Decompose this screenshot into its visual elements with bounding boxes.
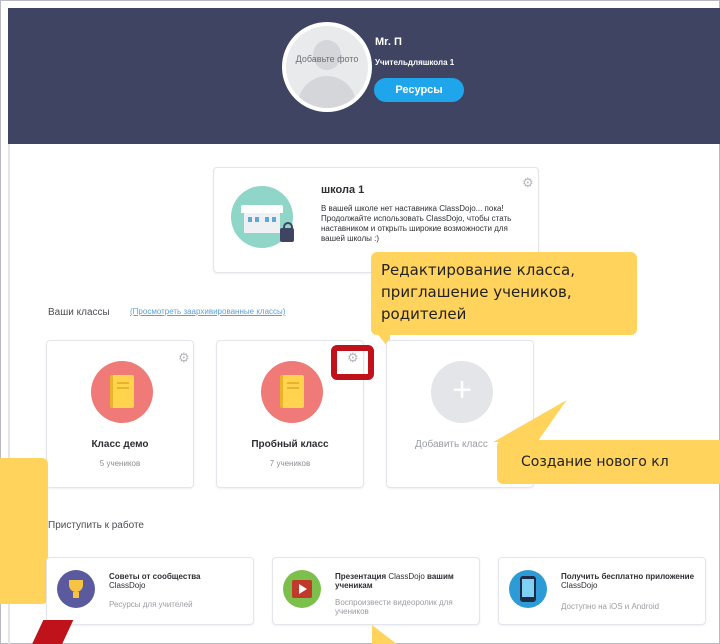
phone-screen [522, 579, 534, 597]
lock-icon [280, 222, 294, 242]
book-shape [110, 375, 134, 408]
callout-bottom-tail [372, 625, 398, 644]
callout-left [0, 458, 48, 604]
tile-subtitle: Воспроизвести видеоролик для учеников [335, 598, 453, 616]
tile-title-brand: ClassDojo [109, 581, 146, 590]
school-description: В вашей школе нет наставника ClassDojo..… [321, 204, 512, 243]
gear-highlight-box [331, 345, 374, 380]
trophy-base [73, 592, 79, 598]
book-icon [91, 361, 153, 423]
tile-title-bold: Презентация [335, 572, 387, 581]
teacher-school-subtitle: Учительдляшкола 1 [375, 58, 455, 67]
building-roof [241, 205, 283, 213]
play-icon [299, 584, 307, 594]
callout-new-class: Создание нового кл [497, 440, 720, 484]
plus-icon: + [431, 361, 493, 423]
building-window [265, 217, 269, 222]
resources-button[interactable]: Ресурсы [374, 78, 464, 102]
building-window [272, 217, 276, 222]
book-icon [261, 361, 323, 423]
phone-icon [509, 570, 547, 608]
class-name: Класс демо [91, 439, 149, 450]
trophy-icon [57, 570, 95, 608]
trophy-cup [69, 580, 83, 592]
tile-subtitle: Доступно на iOS и Android [561, 602, 660, 611]
callout-edit-class: Редактирование класса, приглашение учени… [371, 252, 637, 335]
tile-title: Советы от сообщества ClassDojo [109, 572, 253, 590]
get-started-heading: Приступить к работе [48, 520, 144, 531]
tile-title: Презентация ClassDojo вашим ученикам [335, 572, 479, 590]
gear-icon[interactable]: ⚙ [178, 351, 190, 364]
avatar-body-shape [298, 76, 356, 108]
building-body [244, 213, 280, 233]
tile-community-tips[interactable]: Советы от сообщества ClassDojo Ресурсы дл… [46, 557, 254, 625]
tile-title-brand: ClassDojo [388, 572, 425, 581]
class-student-count: 7 учеников [269, 459, 311, 468]
add-class-label: Добавить класс [415, 439, 488, 450]
video-icon [283, 570, 321, 608]
tile-title: Получить бесплатно приложение ClassDojo [561, 572, 705, 590]
teacher-avatar[interactable]: Добавьте фото [282, 22, 372, 112]
gear-icon[interactable]: ⚙ [522, 176, 534, 189]
tile-title-bold: Получить бесплатно приложение [561, 572, 695, 581]
book-shape [280, 375, 304, 408]
class-name: Пробный класс [251, 439, 329, 450]
archived-classes-link[interactable]: (Просмотреть заархивированные классы) [130, 307, 285, 316]
class-student-count: 5 учеников [99, 459, 141, 468]
tile-subtitle: Ресурсы для учителей [109, 600, 193, 609]
teacher-name: Mr. П [375, 36, 402, 48]
school-title: школа 1 [321, 184, 365, 196]
tile-title-bold: Советы от сообщества [109, 572, 201, 581]
building-window [248, 217, 252, 222]
tile-title-brand: ClassDojo [561, 581, 598, 590]
classes-heading: Ваши классы [48, 307, 110, 318]
building-window [255, 217, 259, 222]
add-photo-caption: Добавьте фото [295, 54, 359, 64]
tile-get-app[interactable]: Получить бесплатно приложение ClassDojo … [498, 557, 706, 625]
class-card[interactable]: ⚙ Класс демо 5 учеников [46, 340, 194, 488]
tile-present-video[interactable]: Презентация ClassDojo вашим ученикам Вос… [272, 557, 480, 625]
